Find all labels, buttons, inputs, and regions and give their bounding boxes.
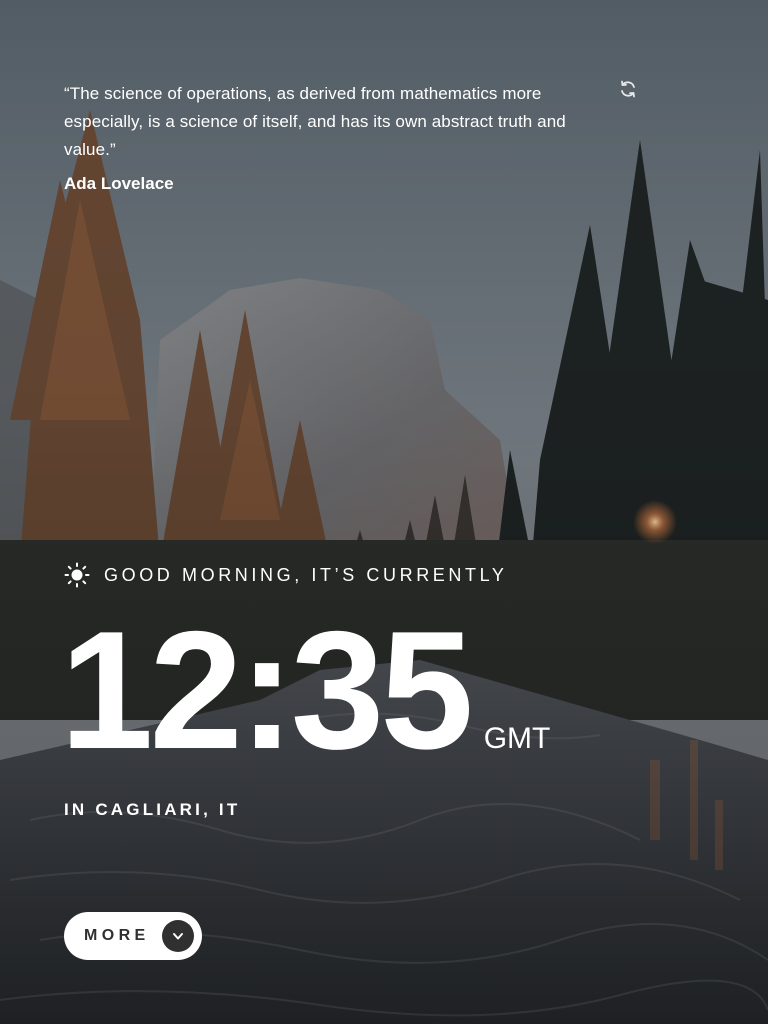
timezone-label: GMT	[483, 722, 551, 755]
more-button-label: MORE	[84, 927, 150, 944]
refresh-icon[interactable]	[618, 79, 638, 99]
quote-text: “The science of operations, as derived f…	[64, 84, 566, 159]
greeting: GOOD MORNING, IT’S CURRENTLY	[64, 562, 507, 588]
sun-icon	[64, 562, 90, 588]
clock: 12:35 GMT	[60, 596, 551, 784]
greeting-text: GOOD MORNING, IT’S CURRENTLY	[104, 564, 508, 585]
quote-block: “The science of operations, as derived f…	[64, 80, 609, 194]
current-time: 12:35	[60, 596, 474, 784]
quote-author: Ada Lovelace	[64, 174, 174, 193]
location-label: IN CAGLIARI, IT	[64, 800, 241, 819]
chevron-down-icon	[162, 920, 194, 952]
more-button[interactable]: MORE	[64, 912, 202, 960]
